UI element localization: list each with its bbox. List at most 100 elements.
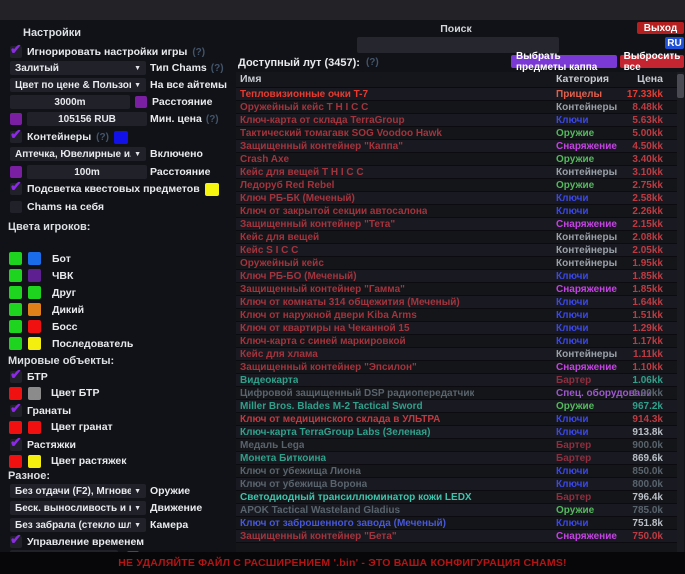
table-row[interactable]: Ключ от квартиры на Чеканной 15 Ключи 1.… [236, 322, 677, 335]
table-row[interactable]: Ключ от заброшенного завода (Меченый) Кл… [236, 517, 677, 530]
player-color-swatch-secondary[interactable] [28, 286, 41, 299]
table-row[interactable]: Ледоруб Red Rebel Оружие 2.75kk [236, 179, 677, 192]
ignore-game-settings-hint[interactable]: (?) [192, 47, 205, 58]
min-price-input[interactable]: 105156 RUB [27, 112, 147, 126]
table-row[interactable]: Кейс S I C C Контейнеры 2.05kk [236, 244, 677, 257]
table-row[interactable]: Кейс для вещей Контейнеры 2.08kk [236, 231, 677, 244]
table-row[interactable]: Видеокарта Бартер 1.06kk [236, 374, 677, 387]
grenade-color-swatch-1[interactable] [9, 421, 22, 434]
table-row[interactable]: Светодиодный трансиллюминатор кожи LEDX … [236, 491, 677, 504]
select-kappa-items-button[interactable]: Выбрать предметы каппа [511, 55, 617, 68]
table-row[interactable]: Ключ от комнаты 314 общежития (Меченый) … [236, 296, 677, 309]
btr-color-swatch-2[interactable] [28, 387, 41, 400]
containers-checkbox[interactable] [10, 131, 22, 143]
player-color-swatch-primary[interactable] [9, 269, 22, 282]
table-row[interactable]: Защищенный контейнер "Тета" Снаряжение 2… [236, 218, 677, 231]
player-color-swatch-secondary[interactable] [28, 303, 41, 316]
chams-self-checkbox[interactable] [10, 201, 22, 213]
chams-self-row: Chams на себя [10, 200, 104, 214]
table-row[interactable]: Медаль Lega Бартер 900.0k [236, 439, 677, 452]
grenades-checkbox[interactable] [10, 405, 22, 417]
language-button[interactable]: RU [665, 37, 684, 49]
player-color-swatch-secondary[interactable] [28, 320, 41, 333]
category-filter-label: Включено [150, 148, 203, 160]
item-name: Оружейный кейс [240, 258, 324, 269]
movement-dropdown[interactable]: Беск. выносливость и нет уста ▼ [10, 501, 146, 515]
quest-highlight-checkbox[interactable] [10, 183, 22, 195]
player-color-swatch-primary[interactable] [9, 303, 22, 316]
table-row[interactable]: Ключ РБ-БО (Меченый) Ключи 1.85kk [236, 270, 677, 283]
player-color-swatch-secondary[interactable] [28, 269, 41, 282]
color-mode-dropdown[interactable]: Цвет по цене & Пользователь ▼ [10, 78, 146, 92]
player-color-swatch-primary[interactable] [9, 252, 22, 265]
table-row[interactable]: Оружейный кейс Контейнеры 1.95kk [236, 257, 677, 270]
table-row[interactable]: Защищенный контейнер "Эпсилон" Снаряжени… [236, 361, 677, 374]
tripwires-checkbox[interactable] [10, 439, 22, 451]
table-row[interactable]: Кейс для хлама Контейнеры 1.11kk [236, 348, 677, 361]
column-header-name[interactable]: Имя [240, 73, 261, 85]
table-row[interactable]: Ключ от медицинского склада в УЛЬТРА Клю… [236, 413, 677, 426]
exit-button[interactable]: Выход [637, 22, 684, 34]
table-scrollbar[interactable] [677, 72, 684, 552]
btr-checkbox[interactable] [10, 371, 22, 383]
table-row[interactable]: Цифровой защищенный DSP радиопередатчик … [236, 387, 677, 400]
column-header-category[interactable]: Категория [556, 73, 609, 85]
distance-input[interactable]: 3000m [10, 95, 130, 109]
table-row[interactable]: Ключ от убежища Лиона Ключи 850.0k [236, 465, 677, 478]
table-row[interactable]: Кейс для вещей T H I C C Контейнеры 3.10… [236, 166, 677, 179]
containers-color-swatch[interactable] [114, 131, 128, 144]
table-row[interactable]: Монета Биткоина Бартер 869.6k [236, 452, 677, 465]
chams-type-label: Тип Chams [150, 62, 207, 74]
container-distance-color-swatch[interactable] [10, 166, 22, 178]
table-row[interactable]: Ключ от наружной двери Kiba Arms Ключи 1… [236, 309, 677, 322]
quest-highlight-color-swatch[interactable] [205, 183, 219, 196]
scrollbar-thumb[interactable] [677, 74, 684, 98]
table-row[interactable]: Ключ РБ-БК (Меченый) Ключи 2.58kk [236, 192, 677, 205]
chams-type-hint[interactable]: (?) [211, 63, 224, 74]
time-control-checkbox[interactable] [10, 536, 22, 548]
tripwire-color-swatch-1[interactable] [9, 455, 22, 468]
category-filter-dropdown[interactable]: Аптечка, Ювелирные и... ▼ [10, 147, 146, 161]
table-row[interactable]: Оружейный кейс T H I C C Контейнеры 8.48… [236, 101, 677, 114]
player-color-swatch-primary[interactable] [9, 286, 22, 299]
table-row[interactable]: Тактический томагавк SOG Voodoo Hawk Ору… [236, 127, 677, 140]
table-row[interactable]: Ключ-карта от склада TerraGroup Ключи 5.… [236, 114, 677, 127]
player-color-swatch-secondary[interactable] [28, 252, 41, 265]
table-row[interactable]: Защищенный контейнер "Каппа" Снаряжение … [236, 140, 677, 153]
drop-all-button[interactable]: Выбросить все [620, 55, 684, 68]
table-row[interactable]: APOK Tactical Wasteland Gladius Оружие 7… [236, 504, 677, 517]
table-row[interactable]: Ключ от закрытой секции автосалона Ключи… [236, 205, 677, 218]
loot-counter-hint[interactable]: (?) [366, 57, 379, 68]
item-name: Ключ от закрытой секции автосалона [240, 206, 427, 217]
table-row[interactable]: Ключ от убежища Ворона Ключи 800.0k [236, 478, 677, 491]
item-price: 5.63kk [632, 115, 663, 126]
table-row[interactable]: Crash Axe Оружие 3.40kk [236, 153, 677, 166]
grenade-color-swatch-2[interactable] [28, 421, 41, 434]
min-price-hint[interactable]: (?) [206, 114, 219, 125]
table-row[interactable]: Ключ-карта с синей маркировкой Ключи 1.1… [236, 335, 677, 348]
container-distance-input[interactable]: 100m [27, 165, 147, 179]
player-color-swatch-secondary[interactable] [28, 337, 41, 350]
item-name: Медаль Lega [240, 440, 304, 451]
player-color-swatch-primary[interactable] [9, 320, 22, 333]
table-row[interactable]: Miller Bros. Blades M-2 Tactical Sword О… [236, 400, 677, 413]
window-title-bar[interactable] [0, 0, 685, 20]
ignore-game-settings-checkbox[interactable] [10, 46, 22, 58]
table-row[interactable]: Защищенный контейнер "Гамма" Снаряжение … [236, 283, 677, 296]
column-header-price[interactable]: Цена [637, 73, 663, 85]
table-row[interactable]: Защищенный контейнер "Бета" Снаряжение 7… [236, 530, 677, 543]
tripwire-color-swatch-2[interactable] [28, 455, 41, 468]
grenade-color-label: Цвет гранат [51, 421, 113, 433]
weapon-dropdown[interactable]: Без отдачи (F2), Мгновенное п ▼ [10, 484, 146, 498]
table-row[interactable]: Ключ-карта TerraGroup Labs (Зеленая) Клю… [236, 426, 677, 439]
min-price-color-swatch[interactable] [10, 113, 22, 125]
btr-color-swatch-1[interactable] [9, 387, 22, 400]
player-color-swatch-primary[interactable] [9, 337, 22, 350]
chams-type-dropdown[interactable]: Залитый ▼ [10, 61, 146, 75]
camera-dropdown[interactable]: Без забрала (стекло шлема) ▼ [10, 518, 146, 532]
containers-hint[interactable]: (?) [96, 132, 109, 143]
item-category: Контейнеры [556, 349, 617, 360]
item-category: Ключи [556, 115, 589, 126]
distance-color-swatch[interactable] [135, 96, 147, 108]
table-row[interactable]: Тепловизионные очки T-7 Прицелы 17.33kk [236, 88, 677, 101]
